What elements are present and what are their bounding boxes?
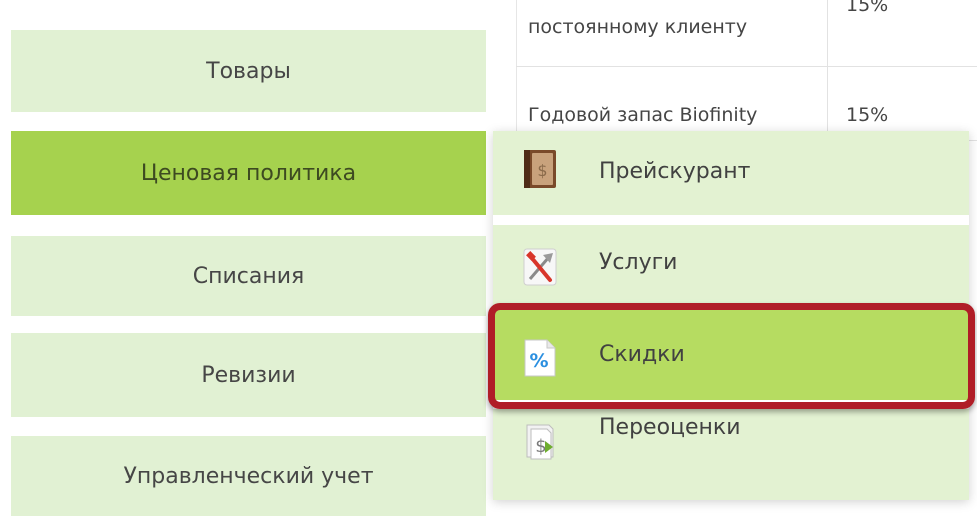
discounts-table: постоянному клиенту 15% Годовой запас Bi… xyxy=(516,0,977,141)
menu-item-label: Управленческий учет xyxy=(123,463,374,489)
submenu-item-label: Скидки xyxy=(599,342,685,367)
svg-text:$: $ xyxy=(537,161,547,180)
price-policy-submenu: $ Прейскурант Услуги % Скидки $ Переоцен… xyxy=(493,131,969,500)
menu-item-label: Ревизии xyxy=(201,362,296,388)
menu-item-write-offs[interactable]: Списания xyxy=(11,236,486,316)
discount-name-cell: постоянному клиенту xyxy=(528,16,748,38)
percent-icon: % xyxy=(524,339,556,377)
submenu-item-revaluations[interactable]: $ Переоценки xyxy=(493,409,969,500)
menu-item-label: Ценовая политика xyxy=(140,160,357,186)
submenu-item-discounts[interactable]: % Скидки xyxy=(493,310,969,400)
revaluation-icon: $ xyxy=(526,424,554,460)
discount-value-cell: 15% xyxy=(846,104,889,126)
menu-item-label: Списания xyxy=(192,263,305,289)
menu-item-tovary[interactable]: Товары xyxy=(11,30,486,112)
menu-item-management-accounting[interactable]: Управленческий учет xyxy=(11,436,486,516)
menu-item-label: Товары xyxy=(206,58,291,84)
discount-name-cell: Годовой запас Biofinity xyxy=(528,104,758,126)
table-column-divider xyxy=(827,0,828,140)
svg-text:%: % xyxy=(529,350,548,372)
submenu-item-price-list[interactable]: $ Прейскурант xyxy=(493,131,969,215)
submenu-item-label: Услуги xyxy=(599,250,678,275)
menu-item-price-policy[interactable]: Ценовая политика xyxy=(11,131,486,215)
submenu-item-label: Переоценки xyxy=(599,415,741,440)
submenu-item-label: Прейскурант xyxy=(599,159,751,184)
price-book-icon: $ xyxy=(524,150,556,188)
table-row: постоянному клиенту 15% xyxy=(516,0,977,67)
submenu-item-services[interactable]: Услуги xyxy=(493,225,969,309)
discount-value-cell: 15% xyxy=(846,0,889,16)
menu-item-audits[interactable]: Ревизии xyxy=(11,333,486,417)
tools-icon xyxy=(523,248,557,286)
table-row: Годовой запас Biofinity 15% xyxy=(516,66,977,141)
